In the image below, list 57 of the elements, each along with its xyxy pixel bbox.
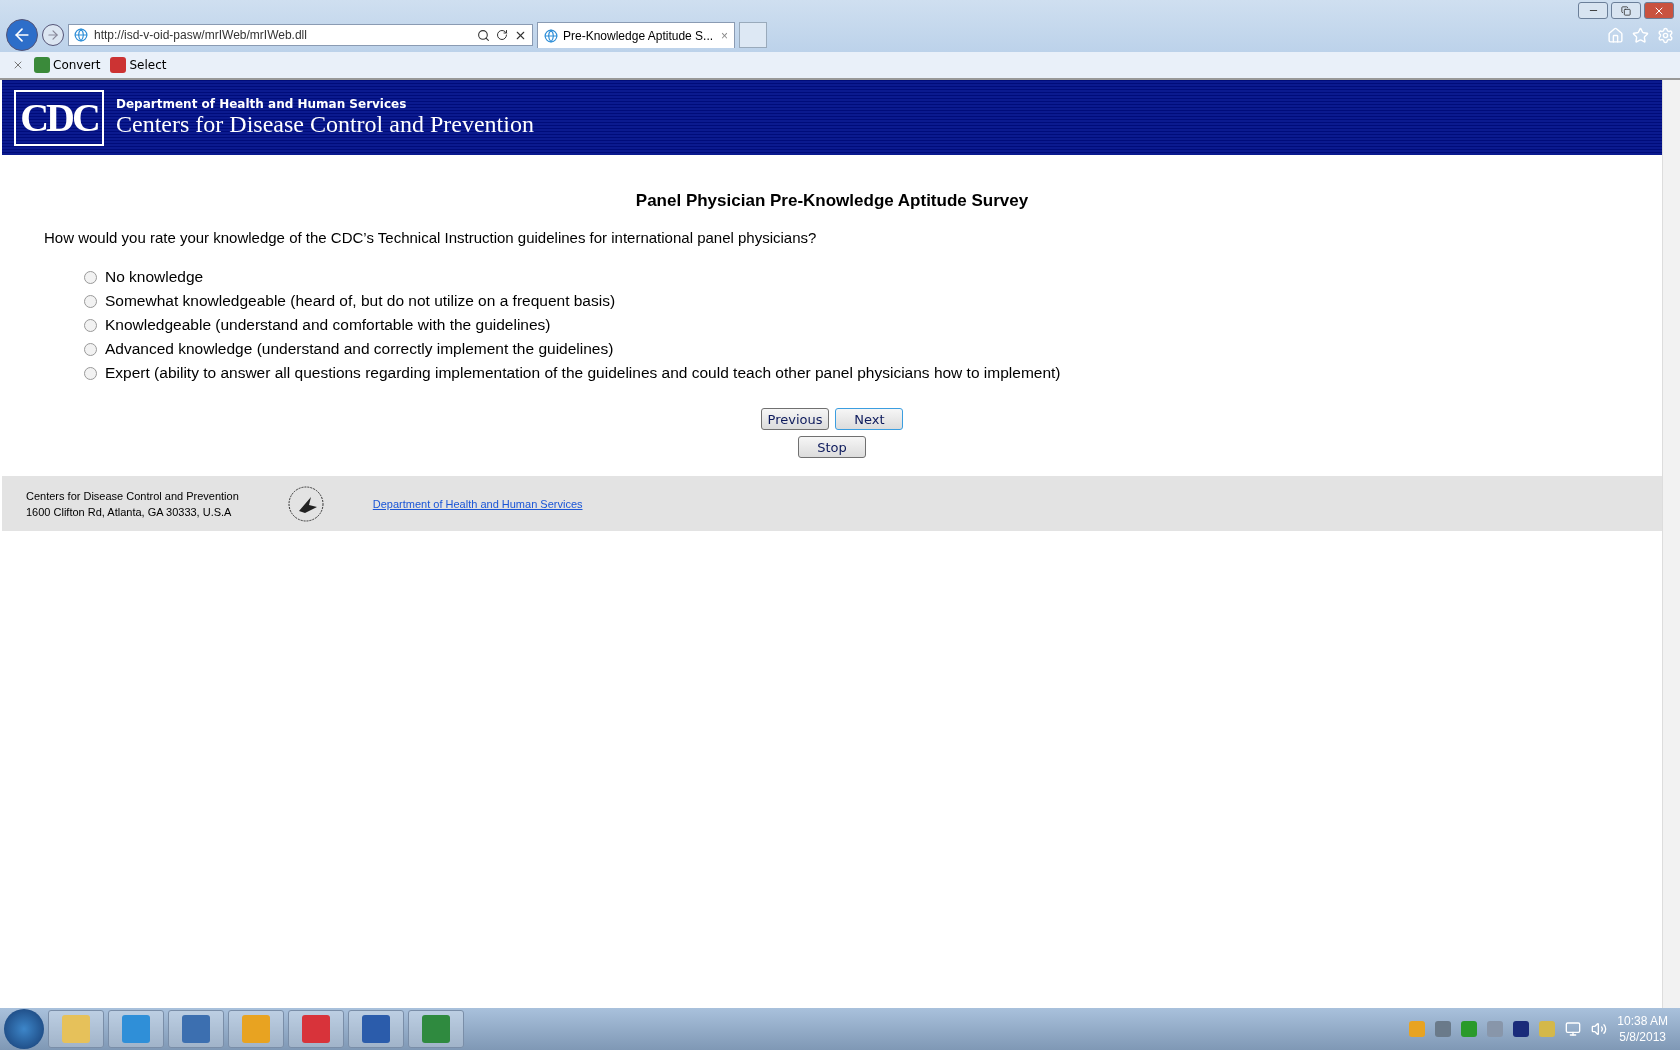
toolbar-button[interactable]: Select	[110, 57, 167, 73]
taskbar-app[interactable]	[48, 1010, 104, 1048]
taskbar-app[interactable]	[408, 1010, 464, 1048]
department-name: Department of Health and Human Services	[116, 97, 408, 111]
taskbar-app[interactable]	[108, 1010, 164, 1048]
home-icon[interactable]	[1607, 26, 1624, 44]
footer-name: Centers for Disease Control and Prevention	[26, 489, 239, 502]
scrollbar[interactable]	[1662, 80, 1680, 1008]
start-button[interactable]	[4, 1009, 44, 1049]
settings-icon[interactable]	[1657, 26, 1674, 44]
clock-date: 5/8/2013	[1619, 1030, 1666, 1044]
close-button[interactable]	[1644, 2, 1674, 19]
answer-option[interactable]: No knowledge	[84, 268, 1620, 286]
survey-title: Panel Physician Pre-Knowledge Aptitude Survey	[634, 191, 1030, 211]
eagle-emblem-icon	[286, 484, 325, 523]
cdc-logo: CDC	[14, 89, 104, 146]
radio-button[interactable]	[84, 342, 97, 356]
refresh-icon[interactable]	[496, 29, 508, 41]
previous-button[interactable]: Previous	[760, 408, 830, 430]
footer-address: 1600 Clifton Rd, Atlanta, GA 30333, U.S.A	[26, 505, 233, 518]
network-icon[interactable]	[1565, 1021, 1582, 1037]
star-icon[interactable]	[1632, 26, 1649, 44]
restore-icon	[1621, 5, 1631, 16]
taskbar-app[interactable]	[348, 1010, 404, 1048]
new-tab-button[interactable]	[739, 22, 767, 48]
close-icon[interactable]	[12, 59, 24, 71]
clock-time: 10:38 AM	[1617, 1014, 1668, 1028]
back-button[interactable]	[6, 19, 38, 51]
radio-button[interactable]	[84, 294, 97, 308]
radio-button[interactable]	[84, 366, 97, 380]
next-button[interactable]: Next	[835, 408, 904, 430]
radio-button[interactable]	[84, 270, 97, 284]
browser-tab[interactable]: Pre-Knowledge Aptitude S... ×	[537, 22, 735, 48]
search-icon[interactable]	[477, 28, 490, 42]
tab-close-button[interactable]: ×	[721, 28, 728, 43]
site-title: Centers for Disease Control and Prevention	[116, 111, 534, 138]
page-icon	[544, 28, 558, 43]
forward-arrow-icon	[46, 28, 60, 42]
hhs-link[interactable]: Department of Health and Human Services	[372, 497, 583, 510]
minimize-button[interactable]	[1578, 2, 1608, 19]
taskbar-app[interactable]	[228, 1010, 284, 1048]
toolbar-button[interactable]: Convert	[34, 57, 101, 73]
answer-option[interactable]: Advanced knowledge (understand and correctly implement the guidelines)	[84, 340, 1620, 358]
page-icon	[74, 28, 88, 42]
taskbar-app[interactable]	[168, 1010, 224, 1048]
stop-button[interactable]: Stop	[798, 436, 866, 458]
radio-button[interactable]	[84, 318, 97, 332]
answer-option[interactable]: Somewhat knowledgeable (heard of, but do not utilize on a frequent basis)	[84, 292, 1620, 310]
forward-button[interactable]	[42, 24, 64, 46]
address-bar[interactable]: http://isd-v-oid-pasw/mrIWeb/mrIWeb.dll	[68, 24, 533, 46]
taskbar-app[interactable]	[288, 1010, 344, 1048]
restore-button[interactable]	[1611, 2, 1641, 19]
question-text: How would you rate your knowledge of the CDC’s Technical Instruction guidelines for international panel physicians?	[44, 229, 818, 246]
tray-icon[interactable]	[1513, 1021, 1530, 1037]
volume-icon[interactable]	[1591, 1021, 1608, 1037]
answer-option[interactable]: Knowledgeable (understand and comfortable with the guidelines)	[84, 316, 1620, 334]
answer-option[interactable]: Expert (ability to answer all questions regarding implementation of the guidelines and could teach other panel physicians how to implement)	[84, 364, 1620, 382]
